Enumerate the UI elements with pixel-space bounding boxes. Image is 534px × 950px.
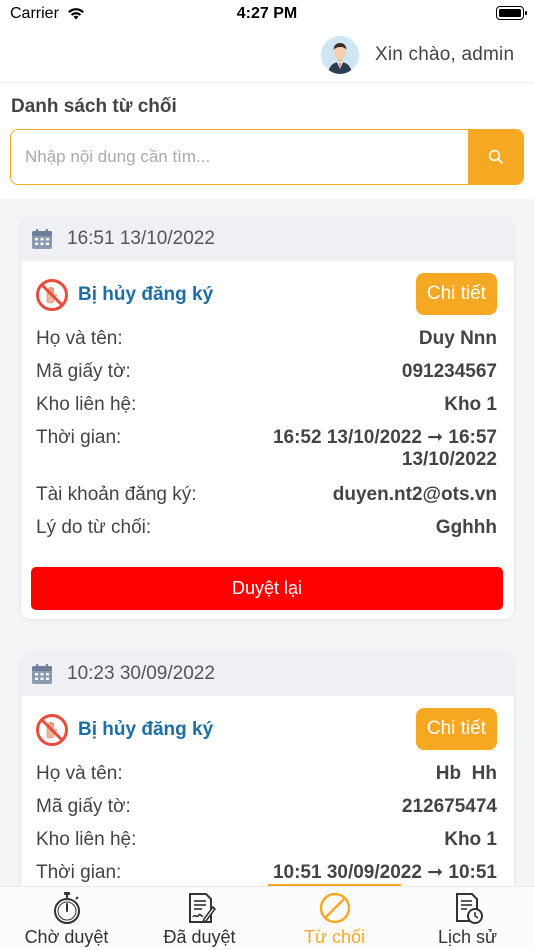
label-time: Thời gian: (36, 427, 122, 448)
page-title: Danh sách từ chối (11, 96, 177, 117)
status-row: Bị hủy đăng ký (36, 279, 213, 311)
search-button[interactable] (468, 130, 523, 184)
tab-pending[interactable]: Chờ duyệt (0, 887, 133, 950)
label-name: Họ và tên: (36, 763, 123, 784)
value-id: 091234567 (401, 361, 497, 382)
label-reason: Lý do từ chối: (36, 517, 152, 538)
reapprove-button[interactable]: Duyệt lại (31, 567, 503, 610)
reject-card: 16:51 13/10/2022 Bị hủy đăng ký Chi tiết… (21, 217, 514, 619)
label-account: Tài khoản đăng ký: (36, 484, 197, 505)
detail-button[interactable]: Chi tiết (415, 273, 497, 315)
status-label: Bị hủy đăng ký (78, 719, 214, 740)
status-label: Bị hủy đăng ký (78, 284, 214, 305)
card-header: 10:23 30/09/2022 (21, 652, 514, 696)
value-time-line2: 13/10/2022 (401, 449, 497, 470)
value-time: 16:52 13/10/2022 ➞ 16:57 13/10/2022 (273, 427, 497, 471)
prohibited-icon (319, 892, 350, 924)
field-time: Thời gian: 16:52 13/10/2022 ➞ 16:57 13/1… (36, 427, 497, 473)
tab-rejected[interactable]: Từ chối (268, 887, 401, 950)
label-id: Mã giấy tờ: (36, 796, 131, 817)
tab-label: Đã duyệt (163, 927, 236, 947)
history-document-icon (455, 893, 483, 924)
battery-icon (496, 6, 527, 20)
user-avatar-icon (321, 36, 359, 74)
card-timestamp: 16:51 13/10/2022 (67, 228, 215, 249)
hand-prohibited-icon (36, 714, 68, 746)
value-warehouse: Kho 1 (444, 394, 497, 415)
clock: 4:27 PM (236, 5, 298, 22)
signed-document-icon (188, 893, 216, 924)
search-icon (488, 149, 503, 164)
label-warehouse: Kho liên hệ: (36, 394, 137, 415)
card-header: 16:51 13/10/2022 (21, 217, 514, 261)
app-header: Xin chào, admin (0, 30, 534, 83)
tab-bar: Chờ duyệt Đã duyệt Từ chối Lịch sử (0, 886, 534, 950)
status-bar: Carrier 4:27 PM (0, 0, 534, 30)
value-name: Duy Nnn (418, 328, 497, 349)
tab-history[interactable]: Lịch sử (401, 887, 534, 950)
status-row: Bị hủy đăng ký (36, 714, 213, 746)
label-id: Mã giấy tờ: (36, 361, 131, 382)
value-account: duyen.nt2@ots.vn (332, 484, 497, 505)
greeting-text: Xin chào, admin (375, 44, 515, 65)
label-name: Họ và tên: (36, 328, 123, 349)
calendar-icon (32, 664, 52, 684)
value-time-line1: 16:52 13/10/2022 ➞ 16:57 (272, 427, 497, 448)
tab-label: Từ chối (303, 927, 366, 947)
label-time: Thời gian: (36, 862, 122, 883)
detail-button[interactable]: Chi tiết (415, 708, 497, 750)
value-id: 212675474 (401, 796, 497, 817)
value-warehouse: Kho 1 (444, 829, 497, 850)
value-reason: Gghhh (435, 517, 497, 538)
avatar[interactable] (321, 36, 359, 74)
hand-prohibited-icon (36, 279, 68, 311)
tab-label: Chờ duyệt (24, 927, 109, 947)
search-input[interactable] (11, 130, 468, 184)
label-warehouse: Kho liên hệ: (36, 829, 137, 850)
screen: Carrier 4:27 PM Xin chào, admin Danh sác… (0, 0, 534, 950)
card-timestamp: 10:23 30/09/2022 (67, 663, 215, 684)
value-name: Hb Hh (435, 763, 497, 784)
value-time-line1: 10:51 30/09/2022 ➞ 10:51 (272, 862, 497, 883)
search-bar (10, 129, 524, 185)
calendar-icon (32, 229, 52, 249)
tab-label: Lịch sử (437, 927, 498, 947)
stopwatch-icon (53, 892, 80, 924)
tab-approved[interactable]: Đã duyệt (133, 887, 266, 950)
